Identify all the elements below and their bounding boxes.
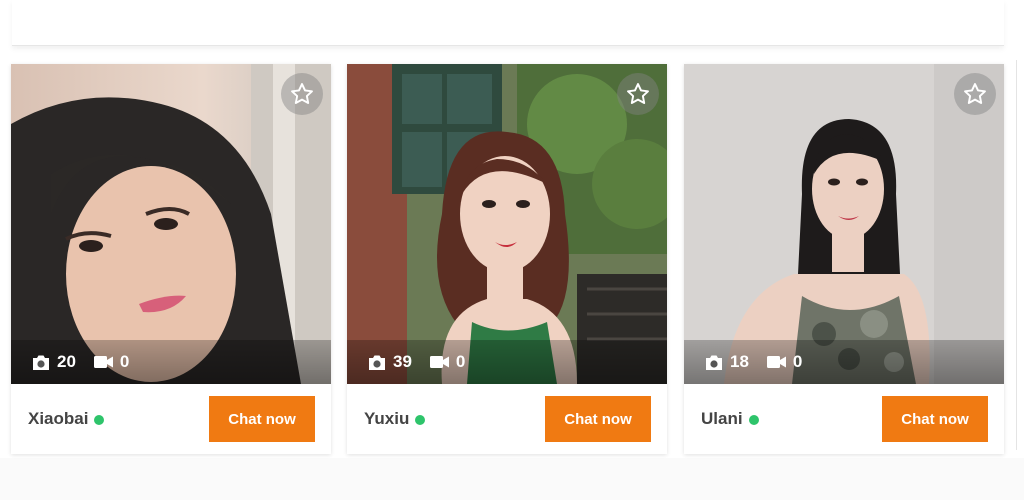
video-count[interactable]: 0	[93, 352, 130, 372]
profile-name[interactable]: Ulani	[701, 409, 743, 429]
camera-icon	[706, 355, 722, 370]
chat-now-button[interactable]: Chat now	[545, 396, 651, 442]
video-camera-icon	[93, 356, 113, 368]
favorite-button[interactable]	[954, 73, 996, 115]
profile-card[interactable]: 39 0 Yuxiu Chat now	[347, 64, 667, 454]
star-outline-icon	[627, 83, 649, 104]
profile-photo[interactable]: 18 0	[684, 64, 1004, 384]
profile-name-wrap[interactable]: Xiaobai	[28, 409, 105, 429]
portrait-image	[347, 64, 667, 384]
card-footer: Yuxiu Chat now	[347, 384, 667, 454]
video-count-value: 0	[119, 352, 130, 371]
star-outline-icon	[291, 83, 313, 104]
media-counts: 20 0	[11, 340, 331, 384]
online-status-dot	[94, 414, 105, 425]
profile-name[interactable]: Xiaobai	[28, 409, 88, 429]
video-camera-icon	[429, 356, 449, 368]
profile-card[interactable]: 20 0 Xiaobai Chat now	[11, 64, 331, 454]
video-count[interactable]: 0	[766, 352, 803, 372]
star-outline-icon	[964, 83, 986, 104]
profile-name-wrap[interactable]: Yuxiu	[364, 409, 426, 429]
online-status-dot	[415, 414, 426, 425]
camera-icon	[33, 355, 49, 370]
profile-card[interactable]: 18 0 Ulani Chat now	[684, 64, 1004, 454]
scroll-edge	[1016, 60, 1017, 450]
favorite-button[interactable]	[617, 73, 659, 115]
favorite-button[interactable]	[281, 73, 323, 115]
top-panel	[12, 0, 1004, 46]
page-bottom	[0, 458, 1024, 500]
online-status-dot	[748, 414, 759, 425]
photo-count-value: 18	[730, 352, 749, 371]
video-camera-icon	[766, 356, 786, 368]
profile-photo[interactable]: 39 0	[347, 64, 667, 384]
chat-now-button[interactable]: Chat now	[882, 396, 988, 442]
camera-icon	[369, 355, 385, 370]
portrait-image	[11, 64, 331, 384]
chat-now-button[interactable]: Chat now	[209, 396, 315, 442]
profile-name-wrap[interactable]: Ulani	[701, 409, 759, 429]
profile-name[interactable]: Yuxiu	[364, 409, 409, 429]
photo-count-value: 39	[393, 352, 412, 371]
profile-photo[interactable]: 20 0	[11, 64, 331, 384]
photo-count-value: 20	[57, 352, 76, 371]
media-counts: 39 0	[347, 340, 667, 384]
photo-count[interactable]: 20	[31, 352, 76, 372]
photo-count[interactable]: 18	[704, 352, 749, 372]
card-footer: Xiaobai Chat now	[11, 384, 331, 454]
photo-count[interactable]: 39	[367, 352, 412, 372]
card-footer: Ulani Chat now	[684, 384, 1004, 454]
video-count-value: 0	[455, 352, 466, 371]
video-count[interactable]: 0	[429, 352, 466, 372]
video-count-value: 0	[792, 352, 803, 371]
media-counts: 18 0	[684, 340, 1004, 384]
portrait-image	[684, 64, 1004, 384]
